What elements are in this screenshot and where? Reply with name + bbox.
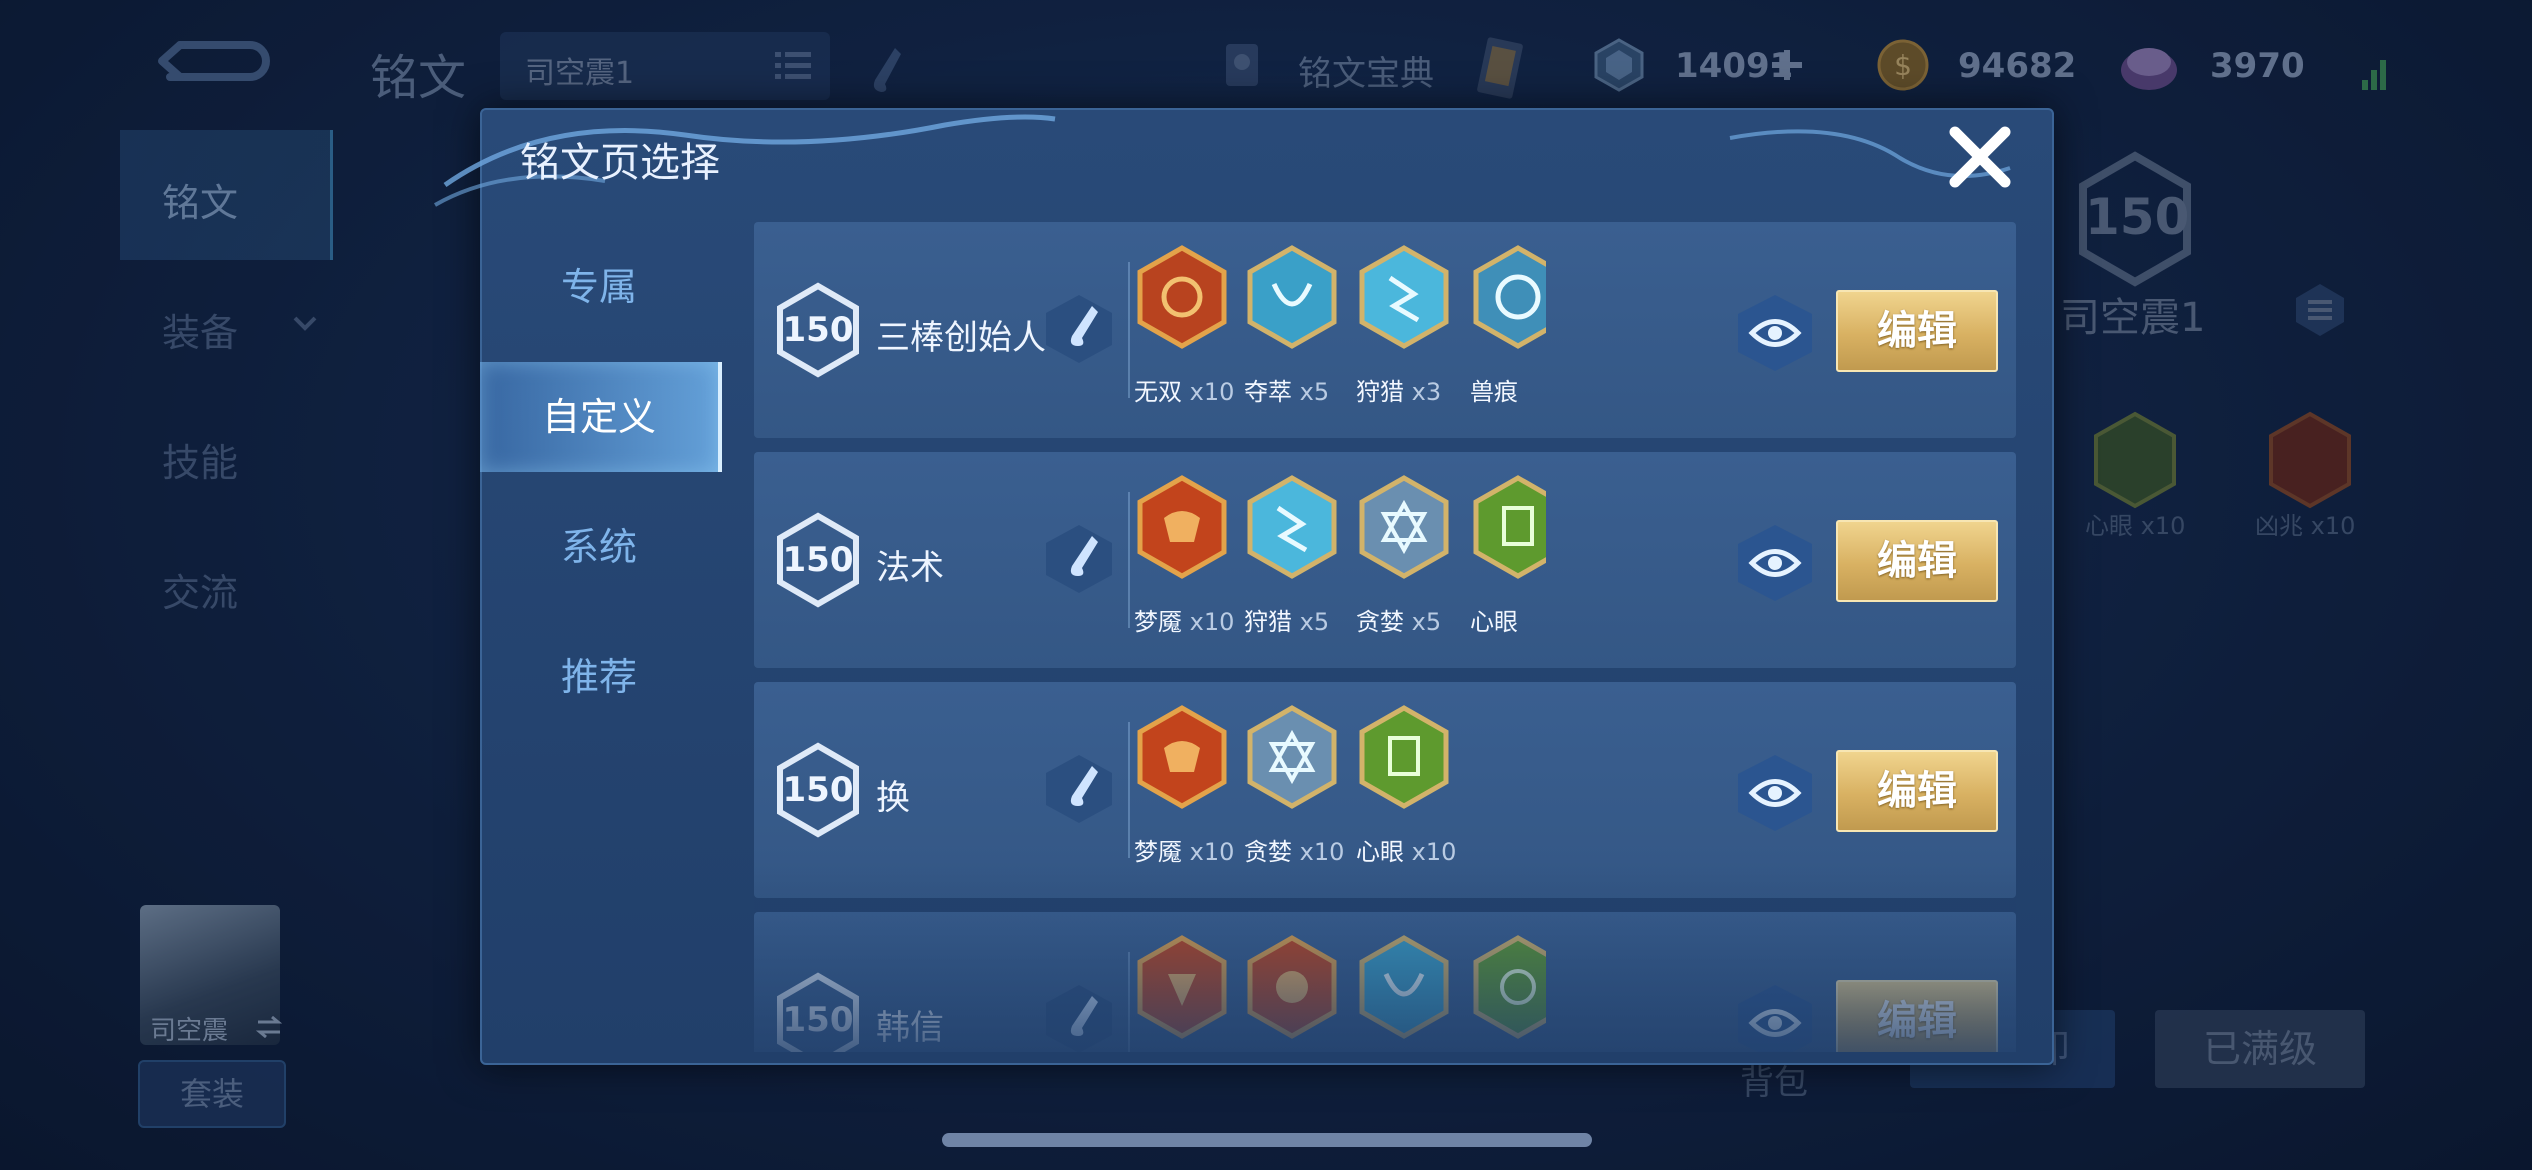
preview-eye-icon[interactable] [1734,752,1816,834]
rename-brush-icon[interactable] [1042,982,1116,1052]
rune-label: 心眼 [1470,608,1518,636]
rune-summary [1134,934,1546,1052]
rune-item [1470,934,1546,1052]
rune-page-level: 150 [782,540,854,580]
rune-item: 无双 x10 [1134,244,1235,406]
blue-rune-icon [1247,705,1337,809]
edit-button[interactable]: 编辑 [1836,290,1998,372]
rune-summary: 梦魇 x10 狩猎 x5 贪婪 x5 心眼 [1134,474,1546,654]
rune-item: 贪婪 x10 [1244,704,1345,866]
tab-system[interactable]: 系统 [480,492,718,602]
rune-label: 心眼 x10 [1356,838,1457,866]
red-rune-icon [1137,935,1227,1039]
rune-label: 梦魇 x10 [1134,838,1235,866]
blue-rune-icon [1473,245,1546,349]
preview-eye-icon[interactable] [1734,522,1816,604]
green-rune-icon [1473,475,1546,579]
rune-page-level: 150 [782,770,854,810]
rune-label: 梦魇 x10 [1134,608,1235,636]
rune-label: 贪婪 x5 [1356,608,1442,636]
rune-page-level: 150 [782,1000,854,1040]
blue-rune-icon [1359,475,1449,579]
rune-item: 狩猎 x3 [1356,244,1456,406]
tab-custom[interactable]: 自定义 [480,362,722,472]
rune-page-name: 法术 [876,548,944,588]
tab-recommended[interactable]: 推荐 [480,622,718,732]
rune-summary: 无双 x10 夺萃 x5 狩猎 x3 兽痕 [1134,244,1546,424]
tab-exclusive[interactable]: 专属 [480,232,718,342]
home-indicator[interactable] [942,1133,1592,1147]
blue-rune-icon [1359,935,1449,1039]
rune-item: 贪婪 x5 [1356,474,1456,636]
divider [1128,952,1130,1052]
rune-page-row[interactable]: 150 韩信 编辑 [754,912,2016,1052]
red-rune-icon [1137,705,1227,809]
rune-item: 狩猎 x5 [1244,474,1344,636]
rune-item [1356,934,1456,1052]
divider [1128,262,1130,398]
close-icon[interactable] [1945,122,2015,192]
rune-item: 夺萃 x5 [1244,244,1344,406]
blue-rune-icon [1247,245,1337,349]
rune-item [1134,934,1234,1052]
rune-item: 梦魇 x10 [1134,704,1235,866]
rune-item [1244,934,1344,1052]
divider [1128,722,1130,858]
rune-label: 无双 x10 [1134,378,1235,406]
divider [1128,492,1130,628]
preview-eye-icon[interactable] [1734,982,1816,1052]
rune-label: 夺萃 x5 [1244,378,1330,406]
rune-label: 兽痕 [1470,378,1518,406]
green-rune-icon [1359,705,1449,809]
blue-rune-icon [1247,475,1337,579]
rune-page-name: 韩信 [876,1008,944,1048]
rune-page-row[interactable]: 150 法术 梦魇 x10 狩猎 x5 贪婪 x5 心眼 编辑 [754,452,2016,668]
edit-button[interactable]: 编辑 [1836,520,1998,602]
rune-page-level: 150 [782,310,854,350]
rename-brush-icon[interactable] [1042,292,1116,366]
rune-page-list[interactable]: 150 三棒创始人 无双 x10 夺萃 x5 狩猎 x3 兽痕 编辑 150 法… [754,222,2016,1052]
rune-label: 狩猎 x5 [1244,608,1330,636]
rune-item: 心眼 [1470,474,1546,636]
preview-eye-icon[interactable] [1734,292,1816,374]
rune-page-name: 换 [876,778,910,818]
rune-summary: 梦魇 x10 贪婪 x10 心眼 x10 [1134,704,1546,884]
rune-page-row[interactable]: 150 三棒创始人 无双 x10 夺萃 x5 狩猎 x3 兽痕 编辑 [754,222,2016,438]
rename-brush-icon[interactable] [1042,522,1116,596]
rune-page-row[interactable]: 150 换 梦魇 x10 贪婪 x10 心眼 x10 编辑 [754,682,2016,898]
blue-rune-icon [1359,245,1449,349]
red-rune-icon [1137,475,1227,579]
red-rune-icon [1247,935,1337,1039]
green-rune-icon [1473,935,1546,1039]
edit-button[interactable]: 编辑 [1836,750,1998,832]
rune-label: 狩猎 x3 [1356,378,1442,406]
rune-item: 梦魇 x10 [1134,474,1235,636]
red-rune-icon [1137,245,1227,349]
rune-item: 心眼 x10 [1356,704,1457,866]
modal-title: 铭文页选择 [520,140,720,186]
rune-label: 贪婪 x10 [1244,838,1345,866]
rename-brush-icon[interactable] [1042,752,1116,826]
rune-item: 兽痕 [1470,244,1546,406]
rune-page-name: 三棒创始人 [876,318,1046,358]
edit-button[interactable]: 编辑 [1836,980,1998,1052]
